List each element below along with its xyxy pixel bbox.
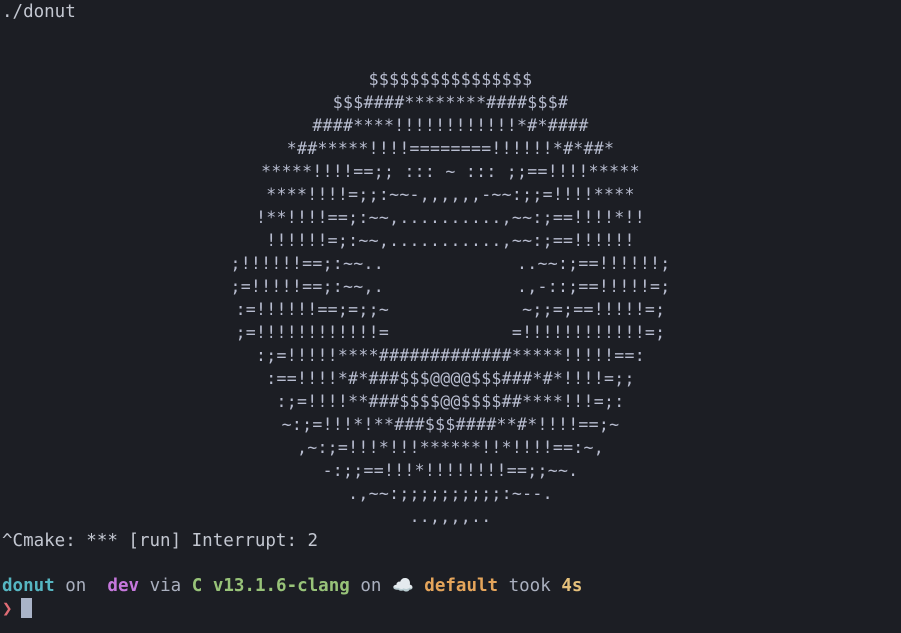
c-language-icon: C <box>191 576 203 596</box>
prompt-took-text: took <box>508 576 551 596</box>
donut-row: ****!!!!=;;:~~-,,,,,,-~~:;;=!!!!**** <box>266 185 635 204</box>
input-prompt-line[interactable]: ❯ <box>2 598 32 620</box>
cloud-icon: ☁️ <box>391 576 414 596</box>
donut-row: ####****!!!!!!!!!!!!*#*#### <box>312 116 589 135</box>
prompt-git-branch: dev <box>107 576 140 596</box>
donut-row: ;=!!!!!==;:~~,. .,-::;==!!!!!=; <box>230 277 671 296</box>
donut-row: :==!!!!*#*###$$$@@@@$$$###*#*!!!!=;; <box>266 369 635 388</box>
prompt-via-text: via <box>149 576 182 596</box>
donut-row: $$$####********####$$$# <box>332 93 569 112</box>
donut-row: .,~~:;;;;;;;;;;:~--. <box>348 484 553 503</box>
donut-row: $$$$$$$$$$$$$$$$ <box>368 70 533 89</box>
donut-row: !**!!!!==;:~~,..........,~~:;==!!!!*!! <box>256 208 645 227</box>
prompt-duration: 4s <box>561 576 583 596</box>
donut-row: :;=!!!!**###$$$$@@$$$$##****!!!=;: <box>276 392 625 411</box>
text-cursor <box>20 598 32 618</box>
donut-row: :;=!!!!!****#############*****!!!!!==: <box>256 346 645 365</box>
donut-row: ,~:;=!!!*!!!******!!*!!!!==:~, <box>296 438 604 457</box>
donut-row: ;=!!!!!!!!!!!!= =!!!!!!!!!!!!=; <box>235 323 666 342</box>
prompt-directory: donut <box>2 576 55 596</box>
terminal-window[interactable]: ./donut $$$$$$$$$$$$$$$$ $$$####********#… <box>0 0 901 633</box>
donut-row: *##*****!!!!========!!!!!!*#*##* <box>286 139 615 158</box>
donut-row: !!!!!!=;:~~,...........,~~:;==!!!!!! <box>266 231 635 250</box>
donut-row: :=!!!!!!==;=;;~ ~;;=;==!!!!!=; <box>235 300 666 319</box>
shell-prompt-info: donut on dev via C v13.1.6-clang on ☁️ d… <box>2 575 582 597</box>
prompt-cloud-profile: default <box>424 576 499 596</box>
donut-row: ~:;=!!!*!**###$$$####**#*!!!!==;~ <box>281 415 620 434</box>
prompt-lang-version: v13.1.6-clang <box>212 576 350 596</box>
interrupt-message: ^Cmake: *** [run] Interrupt: 2 <box>2 531 319 551</box>
prompt-on-text-2: on <box>360 576 382 596</box>
donut-row: ;!!!!!!==;:~~.. ..~~:;==!!!!!!; <box>230 254 671 273</box>
donut-row: ..,,,,.. <box>409 507 492 526</box>
prompt-chevron-icon: ❯ <box>2 599 13 619</box>
donut-ascii-art: $$$$$$$$$$$$$$$$ $$$####********####$$$# #… <box>0 68 901 528</box>
command-line: ./donut <box>2 2 76 22</box>
donut-row: *****!!!!==;; ::: ~ ::: ;;==!!!!***** <box>261 162 640 181</box>
prompt-on-text: on <box>65 576 87 596</box>
donut-row: -:;;==!!!*!!!!!!!!==;;~~. <box>322 461 579 480</box>
